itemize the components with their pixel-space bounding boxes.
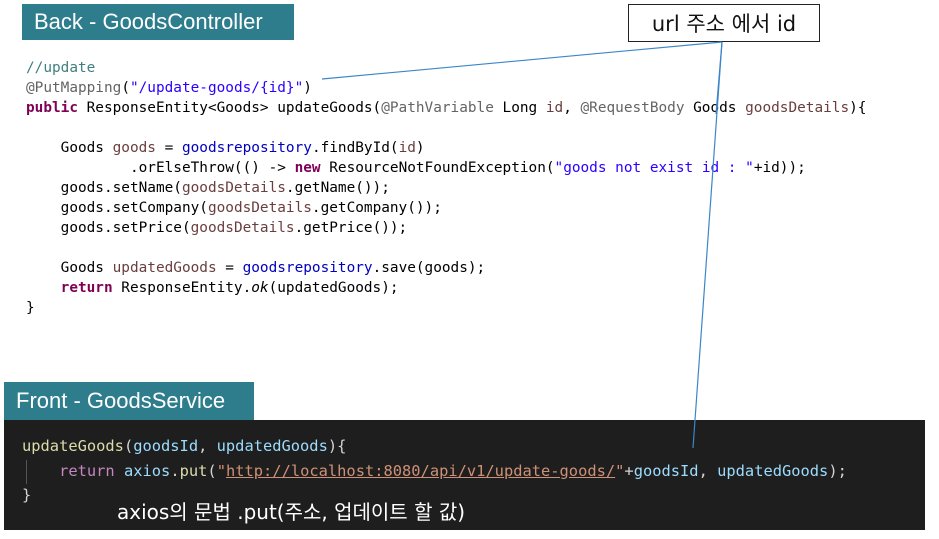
java-close-brace: } <box>26 300 35 316</box>
repo-field: goodsrepository <box>242 260 373 276</box>
java-token: .findById( <box>311 140 399 156</box>
java-token: .getPrice()); <box>294 220 408 236</box>
param-id: id <box>545 100 564 116</box>
js-param-updated-goods: updatedGoods <box>216 437 328 455</box>
java-token: Goods <box>26 140 113 156</box>
java-token: ) <box>415 140 425 156</box>
java-token: goods.setPrice( <box>26 220 191 236</box>
java-keyword: public <box>26 100 78 116</box>
js-token <box>22 462 59 480</box>
java-token: .orElseThrow(() -> <box>26 160 295 176</box>
java-token: goods.setName( <box>26 180 182 196</box>
java-token: .getCompany()); <box>311 200 442 216</box>
back-section-label-text: Back - GoodsController <box>34 9 263 34</box>
java-token: ( <box>121 80 130 96</box>
put-mapping-annotation: @PutMapping <box>26 80 122 96</box>
find-by-id-arg: id <box>398 140 416 156</box>
java-token: Goods <box>26 260 113 276</box>
back-section-label: Back - GoodsController <box>22 4 294 40</box>
js-token: , <box>698 461 718 480</box>
js-token: ){ <box>327 437 347 455</box>
path-variable-annotation: @PathVariable <box>381 100 494 116</box>
java-token <box>26 280 61 296</box>
callout-text: url 주소 에서 id <box>651 12 797 36</box>
mapping-path-string: "/update-goods/{id}" <box>129 80 304 96</box>
js-axios: axios <box>123 461 171 480</box>
js-token: ); <box>828 461 847 480</box>
java-token: .save(goods); <box>372 260 486 276</box>
java-token: ResponseEntity<Goods> updateGoods( <box>77 100 382 116</box>
java-comment: //update <box>26 60 96 76</box>
java-token: +id)); <box>753 160 806 176</box>
java-token: ResourceNotFoundException( <box>320 160 555 176</box>
js-url-link[interactable]: http://localhost:8080/api/v1/update-good… <box>226 462 615 480</box>
js-arg-updated-goods: updatedGoods <box>717 461 829 480</box>
var-goods: goods <box>112 140 156 156</box>
js-keyword-return: return <box>59 461 115 480</box>
js-token: + <box>624 461 634 480</box>
java-token: ){ <box>849 100 867 116</box>
exception-message-string: "goods not exist id : " <box>554 160 754 176</box>
js-param-goods-id: goodsId <box>133 437 199 455</box>
goods-details-ref: goodsDetails <box>181 180 286 196</box>
java-keyword: new <box>294 160 321 176</box>
js-token <box>115 462 124 480</box>
request-body-annotation: @RequestBody <box>580 100 685 116</box>
java-token: (updatedGoods); <box>268 280 399 296</box>
java-token: , <box>563 100 581 116</box>
java-code-block: //update @PutMapping("/update-goods/{id}… <box>26 58 866 318</box>
var-updated-goods: updatedGoods <box>112 260 217 276</box>
front-section-label: Front - GoodsService <box>4 382 254 420</box>
js-arg-goods-id: goodsId <box>633 461 699 480</box>
js-token: , <box>198 437 217 455</box>
goods-details-ref: goodsDetails <box>207 200 312 216</box>
java-keyword: return <box>60 280 113 296</box>
java-token: = <box>216 260 243 276</box>
java-token: .getName()); <box>285 180 390 196</box>
param-goods-details: goodsDetails <box>745 100 850 116</box>
js-function-name: updateGoods <box>22 437 124 455</box>
front-section-label-text: Front - GoodsService <box>16 388 226 413</box>
java-token: Goods <box>684 100 746 116</box>
js-token: ( <box>207 461 217 480</box>
ok-method: ok <box>251 280 269 296</box>
java-token: = <box>155 140 182 156</box>
js-code-panel: updateGoods(goodsId, updatedGoods){ retu… <box>4 420 925 530</box>
axios-syntax-note: axios의 문법 .put(주소, 업데이트 할 값) <box>117 500 466 524</box>
goods-details-ref: goodsDetails <box>190 220 295 236</box>
js-close-brace: } <box>22 486 32 504</box>
js-quote: " <box>216 461 226 480</box>
js-put-method: put <box>179 461 208 480</box>
java-token: ) <box>303 80 312 96</box>
url-id-callout: url 주소 에서 id <box>628 4 820 42</box>
js-token: ( <box>123 437 134 455</box>
js-token: . <box>170 461 180 480</box>
java-token: ResponseEntity. <box>112 280 252 296</box>
java-token: goods.setCompany( <box>26 200 208 216</box>
repo-field: goodsrepository <box>181 140 312 156</box>
java-token: Long <box>493 100 546 116</box>
